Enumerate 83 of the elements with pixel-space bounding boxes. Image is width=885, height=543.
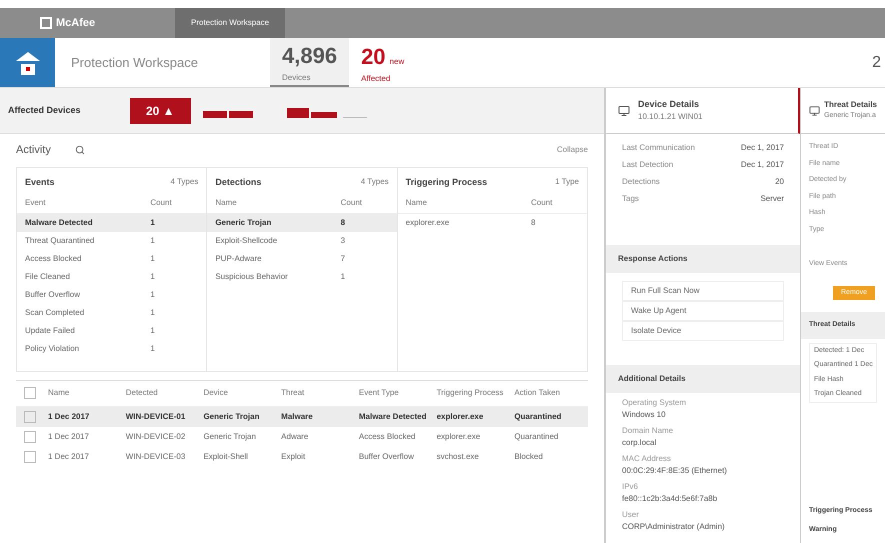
brand-logo: McAfee	[56, 16, 96, 31]
monitor-icon	[809, 104, 820, 116]
field-label: Tags	[622, 193, 639, 205]
panel-subtitle: 10.10.1.21 WIN01	[638, 111, 702, 124]
column-header: Count	[530, 197, 554, 209]
list-title: Triggering Process	[406, 176, 488, 189]
field-label: Last Communication	[622, 142, 695, 154]
column-header[interactable]: Name	[44, 387, 122, 399]
list-title: Detections	[215, 176, 262, 188]
list-title: Events	[25, 176, 55, 188]
field-value: corp.local	[622, 437, 658, 449]
table-row[interactable]: 1 Dec 2017 WIN-DEVICE-03 Exploit-Shell Exploit Buffer Overflow svchost.exe Blocked	[16, 446, 588, 466]
activity-title: Activity	[16, 143, 51, 158]
column-header[interactable]: Threat	[277, 387, 355, 399]
field-value: 00:0C:29:4F:8E:35 (Ethernet)	[622, 465, 728, 477]
panel-title: Device Details	[638, 98, 700, 111]
list-row[interactable]: File Cleaned 1	[17, 268, 206, 286]
affected-count-badge[interactable]: 20 ▲	[130, 98, 191, 124]
action-button[interactable]: Run Full Scan Now	[622, 281, 784, 301]
table-row[interactable]: 1 Dec 2017 WIN-DEVICE-01 Generic Trojan Malware Malware Detected explorer.exe Quarantined	[16, 406, 588, 426]
field-label: Operating System	[622, 397, 688, 409]
stat-label: Devices	[282, 72, 312, 84]
row-checkbox[interactable]	[24, 410, 36, 422]
table-row[interactable]: 1 Dec 2017 WIN-DEVICE-02 Generic Trojan Adware Access Blocked explorer.exe Quarantined	[16, 426, 588, 446]
field-value: Dec 1, 2017	[740, 142, 784, 154]
field-value: fe80::1c2b:3a4d:5e6f:7a8b	[622, 493, 718, 505]
list-row[interactable]: explorer.exe 8	[398, 214, 587, 232]
affected-label: Affected Devices	[8, 104, 82, 117]
stat-tile[interactable]: 4,896 Devices	[270, 38, 350, 87]
list-row[interactable]: Exploit-Shellcode 3	[207, 232, 397, 250]
field-value: Dec 1, 2017	[740, 159, 784, 171]
column-header: Event	[25, 197, 46, 209]
panel-title: Threat Details	[824, 99, 877, 112]
field-label: User	[622, 509, 640, 521]
stat-unit: new	[390, 56, 404, 68]
list-row[interactable]: Generic Trojan 8	[207, 214, 397, 232]
workspace-title: Protection Workspace	[70, 54, 199, 72]
search-icon[interactable]	[74, 145, 85, 156]
action-button[interactable]: Wake Up Agent	[622, 301, 784, 321]
field-label: Last Detection	[622, 159, 674, 171]
section-header[interactable]: Additional Details	[606, 365, 800, 393]
action-button[interactable]: Isolate Device	[622, 321, 784, 341]
column-header: Name	[215, 197, 238, 209]
list-row[interactable]: Scan Completed 1	[17, 304, 206, 322]
column-header[interactable]: Device	[199, 387, 278, 399]
list-row[interactable]: Malware Detected 1	[17, 214, 206, 232]
field-label: MAC Address	[622, 453, 672, 465]
stat-label: Affected	[361, 73, 392, 85]
workspace-tab[interactable]: Protection Workspace	[175, 8, 286, 38]
stat-value: 4,896	[282, 42, 338, 70]
field-label: Domain Name	[622, 425, 674, 437]
monitor-icon	[618, 104, 630, 116]
column-header: Count	[150, 197, 173, 209]
collapse-link[interactable]: Collapse	[556, 144, 588, 156]
row-checkbox[interactable]	[24, 430, 36, 442]
field-label: IPv6	[622, 481, 640, 493]
list-row[interactable]: Buffer Overflow 1	[17, 286, 206, 304]
list-row[interactable]: Update Failed 1	[17, 322, 206, 340]
stat-value: 2	[872, 52, 882, 72]
column-header: Count	[340, 197, 364, 209]
list-action-link[interactable]: 4 Types	[360, 176, 389, 189]
list-action-link[interactable]: 4 Types	[170, 176, 198, 189]
list-row[interactable]: Threat Quarantined 1	[17, 232, 206, 250]
field-value: Server	[760, 193, 784, 205]
field-value: Windows 10	[622, 409, 667, 421]
list-row[interactable]: Access Blocked 1	[17, 250, 206, 268]
field-value: 20	[775, 176, 784, 188]
stat-value: 20	[361, 43, 386, 71]
column-header[interactable]: Event Type	[354, 387, 433, 399]
stat-tile[interactable]: 20 new Affected	[349, 38, 416, 87]
column-header[interactable]: Triggering Process	[432, 387, 510, 399]
section-header[interactable]: Response Actions	[606, 245, 800, 273]
column-header[interactable]: Action Taken	[510, 387, 588, 399]
column-header[interactable]: Detected	[122, 387, 200, 399]
column-header: Name	[406, 197, 428, 209]
field-label: Detections	[622, 176, 660, 188]
list-row[interactable]: PUP-Adware 7	[207, 250, 397, 268]
field-value: CORP\Administrator (Admin)	[622, 521, 726, 533]
select-all-checkbox[interactable]	[24, 387, 36, 399]
list-row[interactable]: Suspicious Behavior 1	[207, 268, 397, 286]
row-checkbox[interactable]	[24, 450, 36, 462]
list-row[interactable]: Policy Violation 1	[17, 340, 206, 358]
list-action-link[interactable]: 1 Type	[555, 176, 579, 189]
